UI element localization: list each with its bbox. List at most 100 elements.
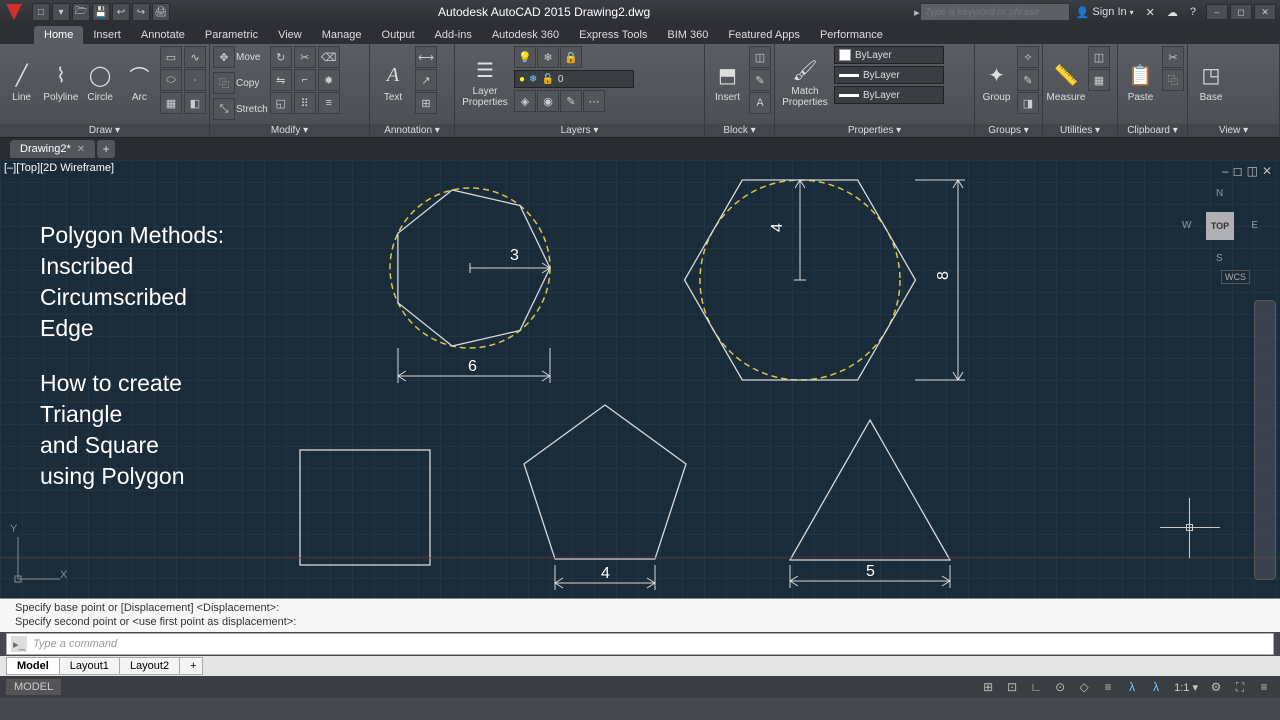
grid-toggle-icon[interactable]: ⊞: [978, 678, 998, 696]
insert-button[interactable]: ⬒Insert: [708, 46, 747, 118]
tab-featuredapps[interactable]: Featured Apps: [718, 26, 810, 44]
stretch-button[interactable]: ⤡Stretch: [213, 98, 268, 120]
panel-draw-title[interactable]: Draw ▾: [0, 124, 209, 137]
attr-button[interactable]: A: [749, 92, 771, 114]
layer-lock-icon[interactable]: 🔒: [560, 46, 582, 68]
groupsel-button[interactable]: ◨: [1017, 92, 1039, 114]
navigation-bar[interactable]: [1254, 300, 1276, 580]
qat-new-icon[interactable]: □: [32, 3, 50, 21]
create-block-button[interactable]: ◫: [749, 46, 771, 68]
layout-tab-1[interactable]: Layout1: [59, 657, 120, 675]
tab-annotate[interactable]: Annotate: [131, 26, 195, 44]
panel-block-title[interactable]: Block ▾: [705, 124, 774, 137]
tab-view[interactable]: View: [268, 26, 312, 44]
trim-button[interactable]: ✂: [294, 46, 316, 68]
scale-button[interactable]: ◱: [270, 92, 292, 114]
tab-expresstools[interactable]: Express Tools: [569, 26, 657, 44]
qat-undo-icon[interactable]: ↩: [112, 3, 130, 21]
app-logo-icon[interactable]: [4, 2, 24, 22]
tab-bim360[interactable]: BIM 360: [657, 26, 718, 44]
erase-button[interactable]: ⌫: [318, 46, 340, 68]
circle-button[interactable]: ◯Circle: [82, 46, 119, 118]
fullscreen-icon[interactable]: ⛶: [1230, 678, 1250, 696]
wcs-label[interactable]: WCS: [1221, 270, 1250, 284]
panel-groups-title[interactable]: Groups ▾: [975, 124, 1042, 137]
document-tab[interactable]: Drawing2*✕: [10, 140, 95, 158]
layer-combo[interactable]: ●❄🔓0: [514, 70, 634, 88]
close-tab-icon[interactable]: ✕: [77, 144, 85, 155]
table-button[interactable]: ⊞: [415, 92, 437, 114]
qat-open-icon[interactable]: 🗁: [72, 3, 90, 21]
command-input[interactable]: ▸_ Type a command: [6, 633, 1274, 655]
layerprops-button[interactable]: ☰Layer Properties: [458, 46, 512, 118]
spline-button[interactable]: ∿: [184, 46, 206, 68]
quickcalc-button[interactable]: ▦: [1088, 69, 1110, 91]
edit-block-button[interactable]: ✎: [749, 69, 771, 91]
panel-utilities-title[interactable]: Utilities ▾: [1043, 124, 1117, 137]
line-button[interactable]: ╱Line: [3, 46, 40, 118]
lineweight-combo[interactable]: ByLayer: [834, 66, 944, 84]
dyn-toggle-icon[interactable]: λ: [1122, 678, 1142, 696]
point-button[interactable]: ∙: [184, 69, 206, 91]
leader-button[interactable]: ↗: [415, 69, 437, 91]
layout-tab-model[interactable]: Model: [6, 657, 60, 675]
qat-redo-icon[interactable]: ↪: [132, 3, 150, 21]
offset-button[interactable]: ≡: [318, 92, 340, 114]
a360-icon[interactable]: ☁: [1161, 6, 1184, 19]
signin-button[interactable]: 👤Sign In▾: [1070, 6, 1140, 19]
hatch-button[interactable]: ▦: [160, 92, 182, 114]
text-button[interactable]: AText: [373, 46, 413, 118]
layer-iso-button[interactable]: ◈: [514, 90, 536, 112]
selectall-button[interactable]: ◫: [1088, 46, 1110, 68]
rect-button[interactable]: ▭: [160, 46, 182, 68]
help-search-input[interactable]: [920, 3, 1070, 21]
panel-clipboard-title[interactable]: Clipboard ▾: [1118, 124, 1187, 137]
measure-button[interactable]: 📏Measure: [1046, 46, 1086, 118]
base-button[interactable]: ◳Base: [1191, 46, 1231, 118]
paste-button[interactable]: 📋Paste: [1121, 46, 1160, 118]
layer-freeze-icon[interactable]: ❄: [537, 46, 559, 68]
cut-button[interactable]: ✂: [1162, 46, 1184, 68]
tab-addins[interactable]: Add-ins: [425, 26, 482, 44]
add-tab-button[interactable]: +: [97, 140, 115, 158]
qat-print-icon[interactable]: 🖨: [152, 3, 170, 21]
linetype-combo[interactable]: ByLayer: [834, 86, 944, 104]
layer-off-button[interactable]: ◉: [537, 90, 559, 112]
panel-annotation-title[interactable]: Annotation ▾: [370, 124, 454, 137]
explode-button[interactable]: ✸: [318, 69, 340, 91]
view-cube-top[interactable]: TOP: [1206, 212, 1234, 240]
copy2-button[interactable]: ⿻: [1162, 69, 1184, 91]
tab-performance[interactable]: Performance: [810, 26, 893, 44]
ortho-toggle-icon[interactable]: ∟: [1026, 678, 1046, 696]
polar-toggle-icon[interactable]: ⊙: [1050, 678, 1070, 696]
tab-insert[interactable]: Insert: [83, 26, 131, 44]
panel-view-title[interactable]: View ▾: [1188, 124, 1279, 137]
array-button[interactable]: ⠿: [294, 92, 316, 114]
layout-add-button[interactable]: +: [179, 657, 203, 675]
maximize-button[interactable]: ◻: [1230, 4, 1252, 20]
view-cube[interactable]: TOP N S E W: [1180, 186, 1260, 266]
copy-button[interactable]: ⿻Copy: [213, 72, 268, 94]
tab-output[interactable]: Output: [372, 26, 425, 44]
close-button[interactable]: ✕: [1254, 4, 1276, 20]
panel-properties-title[interactable]: Properties ▾: [775, 124, 974, 137]
help-icon[interactable]: ?: [1184, 6, 1202, 18]
osnap-toggle-icon[interactable]: ◇: [1074, 678, 1094, 696]
ungroup-button[interactable]: ✧: [1017, 46, 1039, 68]
rotate-button[interactable]: ↻: [270, 46, 292, 68]
status-model[interactable]: MODEL: [6, 679, 61, 695]
qat-save-icon[interactable]: 💾: [92, 3, 110, 21]
color-combo[interactable]: ByLayer: [834, 46, 944, 64]
tab-autodesk360[interactable]: Autodesk 360: [482, 26, 569, 44]
panel-modify-title[interactable]: Modify ▾: [210, 124, 369, 137]
exchange-icon[interactable]: ✕: [1140, 6, 1161, 19]
snap-toggle-icon[interactable]: ⊡: [1002, 678, 1022, 696]
vc-e[interactable]: E: [1251, 220, 1258, 231]
tab-manage[interactable]: Manage: [312, 26, 372, 44]
layer-bulb-icon[interactable]: 💡: [514, 46, 536, 68]
minimize-button[interactable]: ‒: [1206, 4, 1228, 20]
qat-dd-icon[interactable]: ▾: [52, 3, 70, 21]
lwt-toggle-icon[interactable]: ≡: [1098, 678, 1118, 696]
tab-parametric[interactable]: Parametric: [195, 26, 268, 44]
group-button[interactable]: ✦Group: [978, 46, 1015, 118]
